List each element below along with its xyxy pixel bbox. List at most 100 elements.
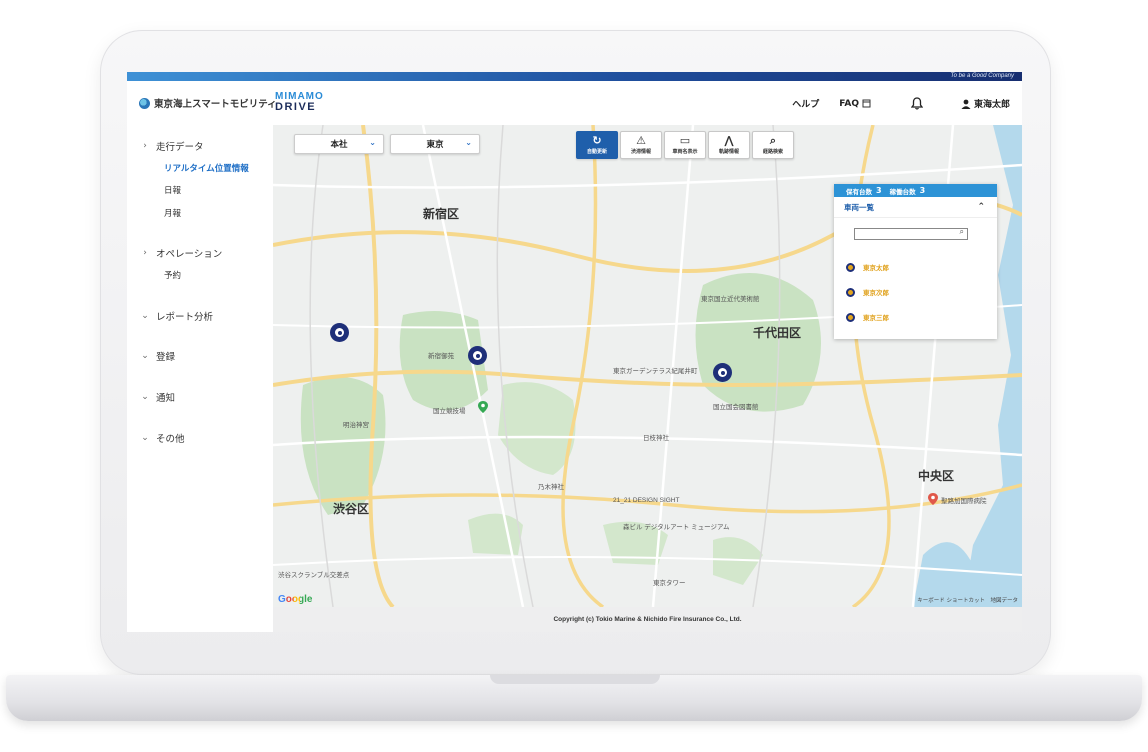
nav-item-monthly-report[interactable]: 月報 (164, 207, 181, 219)
office-select-value: 本社 (330, 140, 348, 150)
company-tagline: To be a Good Company (950, 73, 1015, 79)
place-label: 森ビル デジタルアート ミュージアム (623, 524, 730, 531)
nav-group-label: オペレーション (156, 249, 223, 260)
sidebar: › 走行データ リアルタイム位置情報 日報 月報 › オペレーション 予約 ⌄ … (127, 121, 273, 632)
tool-label: 渋滞情報 (630, 149, 651, 155)
user-name: 東海太郎 (973, 100, 1010, 110)
nav-group-driving-data[interactable]: › 走行データ (141, 139, 203, 153)
chevron-down-icon: ⌄ (369, 138, 376, 147)
chevron-down-icon: ⌄ (141, 311, 149, 321)
app-header: 東京海上スマートモビリティ MIMAMO DRIVE ヘルプ FAQ 東海太郎 (127, 81, 1022, 121)
map-view[interactable]: 新宿区 千代田区 渋谷区 中央区 東京国立近代美術館 東京ガーデンテラス紀尾井町… (273, 125, 1022, 607)
help-link[interactable]: ヘルプ (792, 97, 819, 110)
active-count: 3 (919, 186, 926, 195)
vehicle-list-panel: 保有台数 3 稼働台数 3 車両一覧 ⌃ ⌕ 東京太郎 東京次郎 東京三郎 (834, 184, 997, 339)
notification-button[interactable] (910, 97, 923, 110)
vehicle-marker[interactable] (468, 346, 487, 365)
tool-label: 軌跡情報 (718, 149, 739, 155)
trajectory-button[interactable]: ⋀ 軌跡情報 (708, 131, 750, 159)
nav-item-daily-report[interactable]: 日報 (164, 184, 181, 196)
region-select[interactable]: 東京 ⌄ (390, 134, 480, 154)
map-pin-icon (478, 401, 488, 413)
vehicle-name: 東京太郎 (863, 264, 889, 272)
area-label-shinjuku: 新宿区 (423, 207, 460, 221)
place-label: 東京ガーデンテラス紀尾井町 (613, 368, 698, 375)
app-logo[interactable]: MIMAMO DRIVE (275, 91, 324, 113)
vehicle-list-header[interactable]: 車両一覧 ⌃ (834, 197, 997, 218)
tool-label: 自動更新 (586, 149, 607, 155)
vehicle-list-item[interactable]: 東京三郎 (846, 312, 889, 322)
nav-group-others[interactable]: ⌄ その他 (141, 431, 185, 445)
nav-group-label: 通知 (156, 393, 176, 404)
chevron-down-icon: ⌄ (141, 392, 149, 402)
region-select-value: 東京 (426, 140, 444, 150)
nav-item-reservation[interactable]: 予約 (164, 269, 181, 281)
chevron-up-icon[interactable]: ⌃ (977, 202, 985, 212)
vehicle-marker[interactable] (713, 363, 732, 382)
chevron-down-icon: ⌄ (465, 138, 472, 147)
vehicle-status-icon (846, 287, 855, 297)
search-icon: ⌕ (769, 134, 777, 147)
area-label-shibuya: 渋谷区 (333, 502, 370, 516)
place-label: 明治神宮 (343, 422, 369, 429)
user-menu[interactable]: 東海太郎 (961, 97, 1010, 110)
place-label: 新宿御苑 (428, 353, 454, 360)
map-legal-text[interactable]: キーボード ショートカット 地図データ (917, 596, 1018, 604)
company-brand: 東京海上スマートモビリティ (139, 96, 277, 110)
tool-label: 経路検索 (762, 149, 783, 155)
warning-icon: ⚠ (636, 134, 646, 147)
road-icon: ⋀ (724, 134, 734, 147)
vehicle-marker[interactable] (330, 323, 349, 342)
vehicle-list-item[interactable]: 東京次郎 (846, 287, 889, 297)
top-accent-bar: To be a Good Company (127, 72, 1022, 81)
vehicle-status-icon (846, 262, 855, 272)
vehicle-name-toggle-button[interactable]: ▭ 車両名表示 (664, 131, 706, 159)
place-label: 国立競技場 (433, 408, 466, 415)
nav-group-notifications[interactable]: ⌄ 通知 (141, 390, 175, 404)
nav-group-report-analysis[interactable]: ⌄ レポート分析 (141, 309, 213, 323)
search-icon: ⌕ (959, 227, 964, 236)
nav-group-label: 登録 (156, 352, 176, 363)
nav-group-operation[interactable]: › オペレーション (141, 246, 222, 260)
nav-item-realtime-location[interactable]: リアルタイム位置情報 (164, 162, 249, 174)
vehicle-name: 東京次郎 (863, 289, 889, 297)
chevron-right-icon: › (143, 141, 147, 151)
faq-label: FAQ (839, 98, 859, 109)
place-label: 聖路加国際病院 (941, 498, 987, 505)
traffic-info-button[interactable]: ⚠ 渋滞情報 (620, 131, 662, 159)
chevron-down-icon: ⌄ (141, 433, 149, 443)
company-name: 東京海上スマートモビリティ (154, 99, 277, 110)
copyright-footer: Copyright (c) Tokio Marine & Nichido Fir… (273, 607, 1022, 632)
office-select[interactable]: 本社 ⌄ (294, 134, 384, 154)
vehicle-name: 東京三郎 (863, 314, 889, 322)
nav-group-registration[interactable]: ⌄ 登録 (141, 349, 175, 363)
vehicle-count-bar: 保有台数 3 稼働台数 3 (834, 184, 997, 197)
app-logo-line2: DRIVE (275, 101, 317, 113)
owned-count-label: 保有台数 (846, 187, 872, 196)
owned-count: 3 (876, 186, 882, 195)
vehicle-list-item[interactable]: 東京太郎 (846, 262, 889, 272)
chevron-right-icon: › (143, 248, 147, 258)
speech-bubble-icon: ▭ (679, 134, 691, 147)
external-window-icon (862, 99, 871, 108)
place-label: 国立国会図書館 (713, 404, 759, 411)
vehicle-search-input[interactable]: ⌕ (854, 227, 968, 240)
route-search-button[interactable]: ⌕ 経路検索 (752, 131, 794, 159)
header-actions: ヘルプ FAQ 東海太郎 (792, 97, 1010, 110)
nav-group-label: その他 (156, 434, 185, 445)
place-label: 21_21 DESIGN SIGHT (613, 497, 680, 504)
vehicle-list-title: 車両一覧 (844, 202, 874, 212)
tool-label: 車両名表示 (672, 149, 698, 155)
map-pin-icon (928, 493, 938, 505)
vehicle-status-icon (846, 312, 855, 322)
area-label-chuo: 中央区 (918, 469, 955, 483)
faq-link[interactable]: FAQ (839, 99, 871, 109)
place-label: 日枝神社 (643, 435, 669, 442)
auto-refresh-button[interactable]: ↻ 自動更新 (576, 131, 618, 159)
place-label: 渋谷スクランブル交差点 (278, 572, 350, 579)
area-label-chiyoda: 千代田区 (753, 326, 802, 340)
laptop-notch (490, 675, 660, 684)
google-logo: Google (278, 594, 313, 605)
company-logo-icon (139, 97, 150, 109)
user-icon (961, 99, 971, 109)
